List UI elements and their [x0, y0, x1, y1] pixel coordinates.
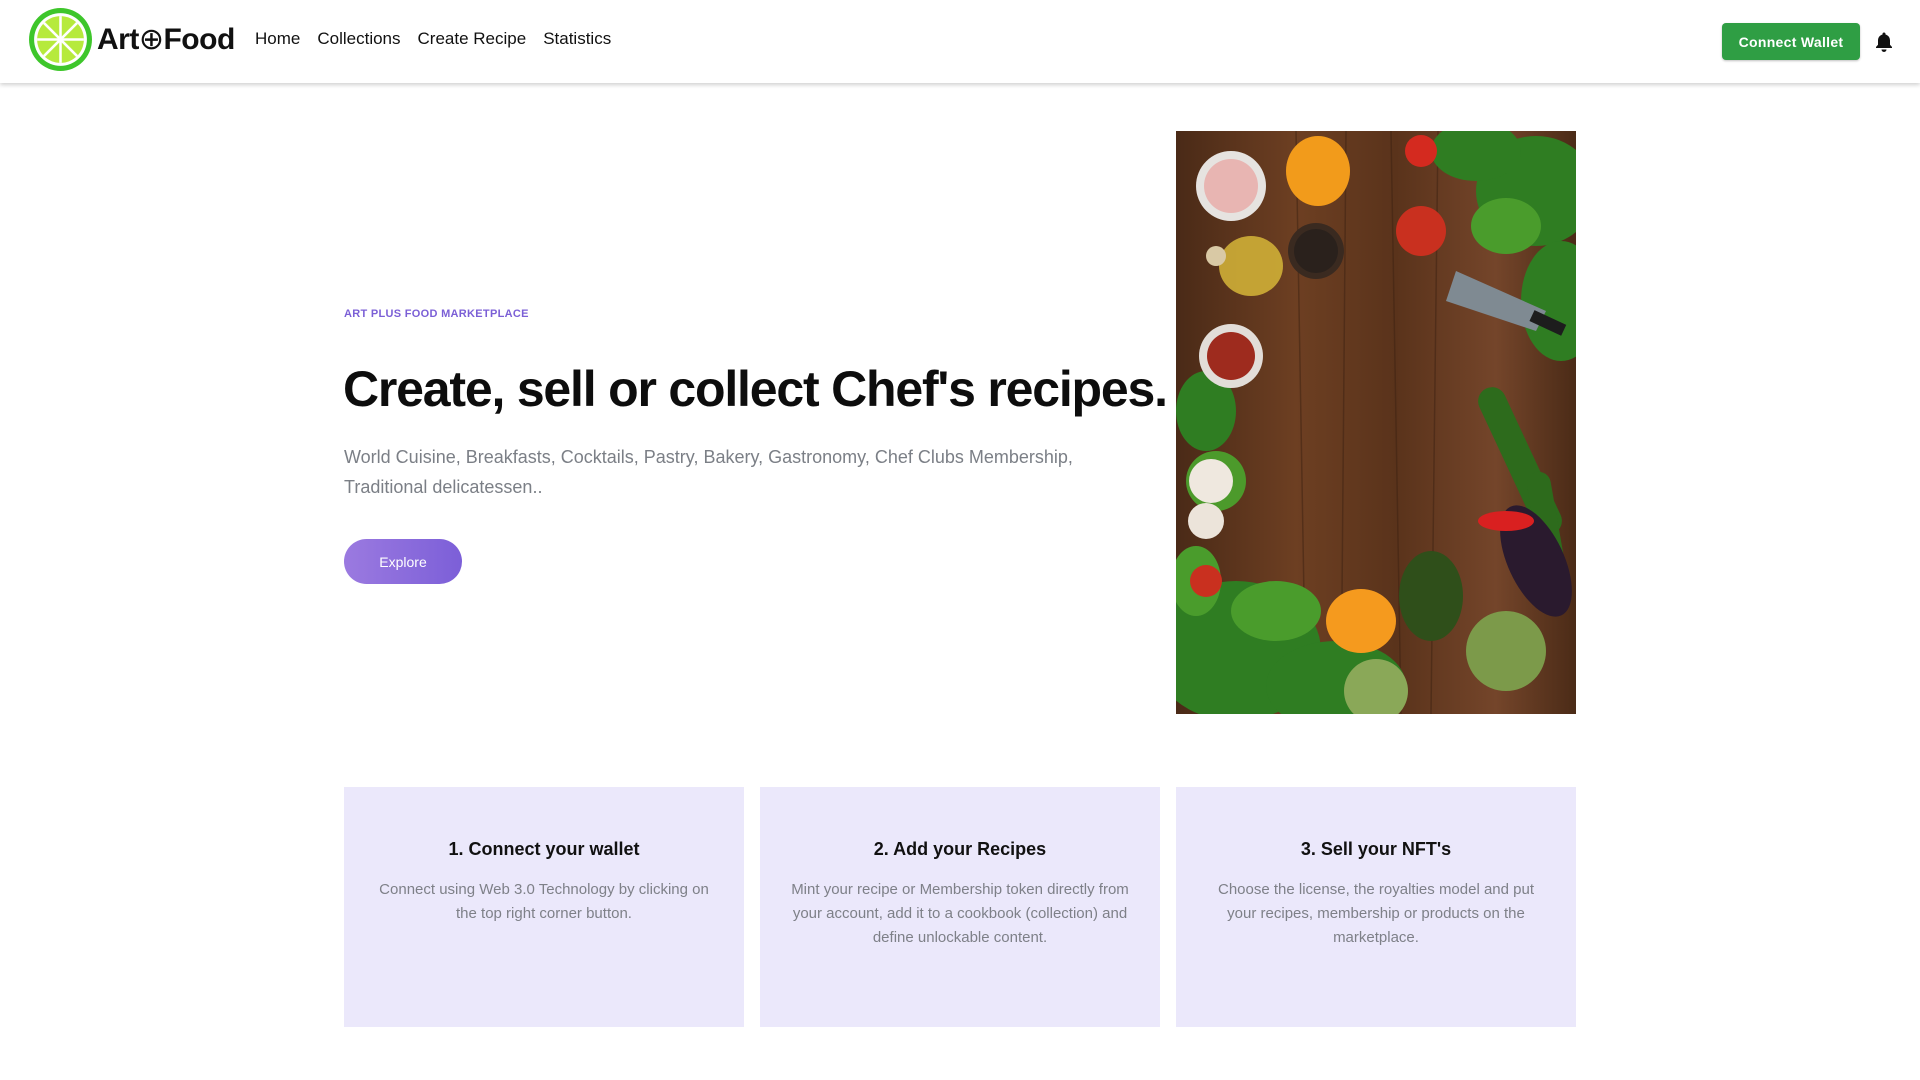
connect-wallet-button[interactable]: Connect Wallet — [1722, 23, 1860, 60]
step-card: 1. Connect your wallet Connect using Web… — [344, 787, 744, 1027]
hero-food-image — [1176, 131, 1576, 714]
brand-name-prefix: Art — [97, 23, 139, 56]
nav-statistics[interactable]: Statistics — [543, 29, 611, 49]
explore-button[interactable]: Explore — [344, 539, 462, 584]
step-text: Choose the license, the royalties model … — [1217, 881, 1535, 946]
step-card: 2. Add your Recipes Mint your recipe or … — [760, 787, 1160, 1027]
hero-eyebrow: ART PLUS FOOD MARKETPLACE — [344, 308, 529, 320]
step-text: Mint your recipe or Membership token dir… — [791, 881, 1129, 946]
bell-icon[interactable] — [1874, 31, 1894, 53]
nav-home[interactable]: Home — [255, 29, 300, 49]
brand-name-suffix: Food — [163, 23, 235, 56]
top-nav-bar: Art⊕Food Home Collections Create Recipe … — [0, 0, 1920, 83]
main-nav: Home Collections Create Recipe Statistic… — [255, 29, 628, 49]
step-title: 3. Sell your NFT's — [1300, 839, 1452, 859]
hero-title: Create, sell or collect Chef's recipes. — [343, 361, 1168, 417]
nav-create-recipe[interactable]: Create Recipe — [418, 29, 527, 49]
brand-plus-symbol: ⊕ — [138, 23, 164, 56]
step-title: 1. Connect your wallet — [448, 839, 640, 859]
step-title: 2. Add your Recipes — [873, 839, 1047, 859]
nav-collections[interactable]: Collections — [317, 29, 400, 49]
hero-subtitle: World Cuisine, Breakfasts, Cocktails, Pa… — [344, 447, 1073, 497]
step-card: 3. Sell your NFT's Choose the license, t… — [1176, 787, 1576, 1027]
vegetables-illustration — [1176, 131, 1576, 714]
step-text: Connect using Web 3.0 Technology by clic… — [379, 881, 709, 922]
lime-logo-icon — [29, 8, 92, 71]
brand-name: Art⊕Food — [97, 22, 235, 57]
brand-logo[interactable]: Art⊕Food — [28, 7, 235, 72]
steps-section: 1. Connect your wallet Connect using Web… — [344, 787, 1576, 1027]
